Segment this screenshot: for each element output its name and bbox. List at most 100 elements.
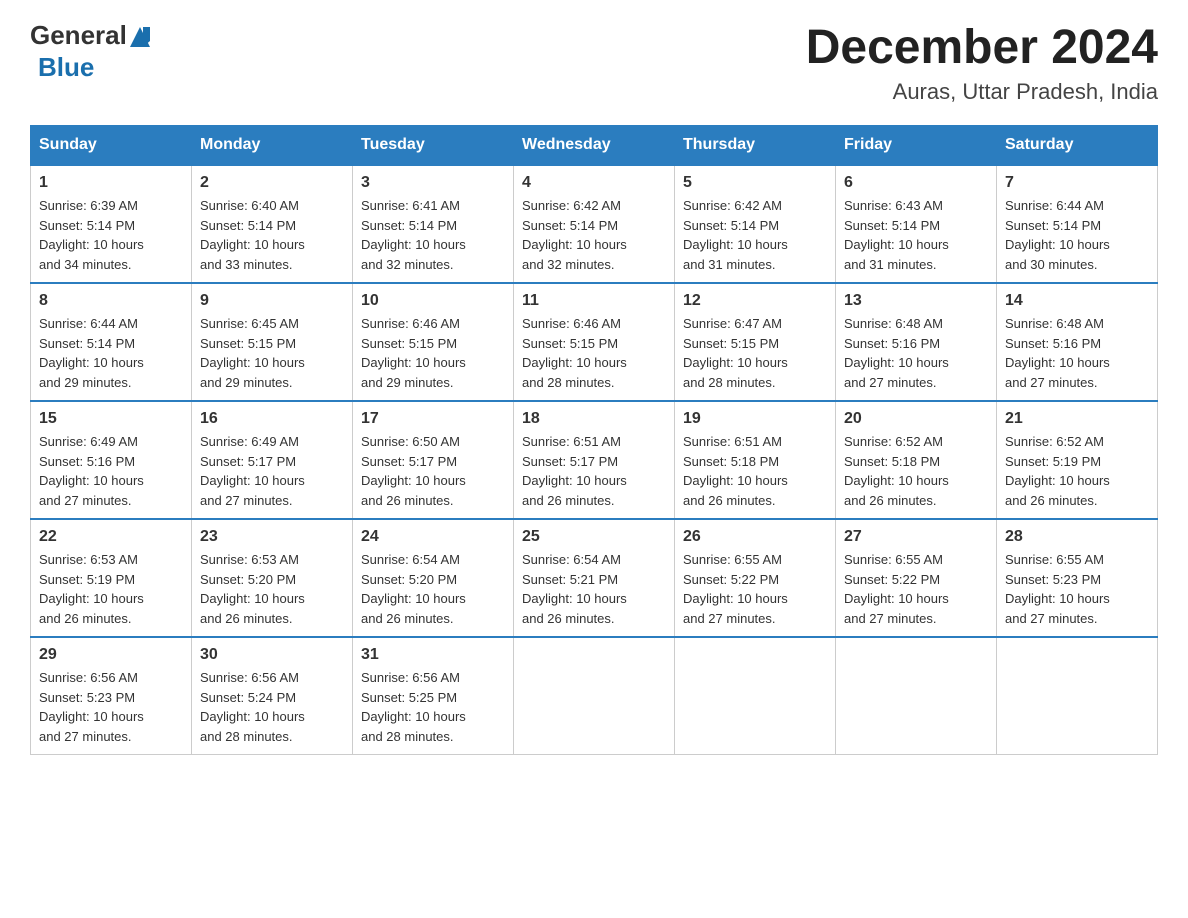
day-number: 14 <box>1005 292 1149 310</box>
day-info: Sunrise: 6:55 AMSunset: 5:22 PMDaylight:… <box>844 552 949 626</box>
week-row-5: 29 Sunrise: 6:56 AMSunset: 5:23 PMDaylig… <box>31 637 1158 755</box>
day-info: Sunrise: 6:54 AMSunset: 5:20 PMDaylight:… <box>361 552 466 626</box>
cell-w2-d3: 11 Sunrise: 6:46 AMSunset: 5:15 PMDaylig… <box>514 283 675 401</box>
cell-w2-d5: 13 Sunrise: 6:48 AMSunset: 5:16 PMDaylig… <box>836 283 997 401</box>
cell-w3-d6: 21 Sunrise: 6:52 AMSunset: 5:19 PMDaylig… <box>997 401 1158 519</box>
day-number: 4 <box>522 174 666 192</box>
header-monday: Monday <box>192 126 353 166</box>
day-info: Sunrise: 6:42 AMSunset: 5:14 PMDaylight:… <box>522 198 627 272</box>
day-info: Sunrise: 6:42 AMSunset: 5:14 PMDaylight:… <box>683 198 788 272</box>
day-number: 1 <box>39 174 183 192</box>
cell-w1-d0: 1 Sunrise: 6:39 AMSunset: 5:14 PMDayligh… <box>31 165 192 283</box>
cell-w2-d2: 10 Sunrise: 6:46 AMSunset: 5:15 PMDaylig… <box>353 283 514 401</box>
day-number: 13 <box>844 292 988 310</box>
day-info: Sunrise: 6:43 AMSunset: 5:14 PMDaylight:… <box>844 198 949 272</box>
calendar-table: SundayMondayTuesdayWednesdayThursdayFrid… <box>30 125 1158 755</box>
day-info: Sunrise: 6:53 AMSunset: 5:20 PMDaylight:… <box>200 552 305 626</box>
day-number: 21 <box>1005 410 1149 428</box>
day-info: Sunrise: 6:56 AMSunset: 5:24 PMDaylight:… <box>200 670 305 744</box>
day-info: Sunrise: 6:52 AMSunset: 5:19 PMDaylight:… <box>1005 434 1110 508</box>
cell-w1-d6: 7 Sunrise: 6:44 AMSunset: 5:14 PMDayligh… <box>997 165 1158 283</box>
day-number: 17 <box>361 410 505 428</box>
day-number: 31 <box>361 646 505 664</box>
day-number: 10 <box>361 292 505 310</box>
cell-w3-d2: 17 Sunrise: 6:50 AMSunset: 5:17 PMDaylig… <box>353 401 514 519</box>
day-info: Sunrise: 6:49 AMSunset: 5:17 PMDaylight:… <box>200 434 305 508</box>
day-info: Sunrise: 6:55 AMSunset: 5:22 PMDaylight:… <box>683 552 788 626</box>
cell-w5-d6 <box>997 637 1158 755</box>
cell-w5-d1: 30 Sunrise: 6:56 AMSunset: 5:24 PMDaylig… <box>192 637 353 755</box>
page-header: General Blue December 2024 Auras, Uttar … <box>30 20 1158 105</box>
cell-w5-d0: 29 Sunrise: 6:56 AMSunset: 5:23 PMDaylig… <box>31 637 192 755</box>
cell-w2-d1: 9 Sunrise: 6:45 AMSunset: 5:15 PMDayligh… <box>192 283 353 401</box>
day-info: Sunrise: 6:47 AMSunset: 5:15 PMDaylight:… <box>683 316 788 390</box>
header-saturday: Saturday <box>997 126 1158 166</box>
day-number: 16 <box>200 410 344 428</box>
day-number: 25 <box>522 528 666 546</box>
day-info: Sunrise: 6:49 AMSunset: 5:16 PMDaylight:… <box>39 434 144 508</box>
cell-w3-d5: 20 Sunrise: 6:52 AMSunset: 5:18 PMDaylig… <box>836 401 997 519</box>
cell-w5-d3 <box>514 637 675 755</box>
day-info: Sunrise: 6:40 AMSunset: 5:14 PMDaylight:… <box>200 198 305 272</box>
cell-w1-d1: 2 Sunrise: 6:40 AMSunset: 5:14 PMDayligh… <box>192 165 353 283</box>
day-info: Sunrise: 6:51 AMSunset: 5:18 PMDaylight:… <box>683 434 788 508</box>
day-number: 19 <box>683 410 827 428</box>
cell-w4-d5: 27 Sunrise: 6:55 AMSunset: 5:22 PMDaylig… <box>836 519 997 637</box>
day-number: 24 <box>361 528 505 546</box>
header-tuesday: Tuesday <box>353 126 514 166</box>
day-info: Sunrise: 6:52 AMSunset: 5:18 PMDaylight:… <box>844 434 949 508</box>
day-info: Sunrise: 6:51 AMSunset: 5:17 PMDaylight:… <box>522 434 627 508</box>
cell-w4-d6: 28 Sunrise: 6:55 AMSunset: 5:23 PMDaylig… <box>997 519 1158 637</box>
day-number: 18 <box>522 410 666 428</box>
header-row: SundayMondayTuesdayWednesdayThursdayFrid… <box>31 126 1158 166</box>
logo: General Blue <box>30 20 150 84</box>
day-number: 11 <box>522 292 666 310</box>
cell-w1-d3: 4 Sunrise: 6:42 AMSunset: 5:14 PMDayligh… <box>514 165 675 283</box>
cell-w4-d2: 24 Sunrise: 6:54 AMSunset: 5:20 PMDaylig… <box>353 519 514 637</box>
cell-w5-d4 <box>675 637 836 755</box>
cell-w3-d4: 19 Sunrise: 6:51 AMSunset: 5:18 PMDaylig… <box>675 401 836 519</box>
day-number: 22 <box>39 528 183 546</box>
day-info: Sunrise: 6:44 AMSunset: 5:14 PMDaylight:… <box>1005 198 1110 272</box>
cell-w4-d4: 26 Sunrise: 6:55 AMSunset: 5:22 PMDaylig… <box>675 519 836 637</box>
cell-w3-d1: 16 Sunrise: 6:49 AMSunset: 5:17 PMDaylig… <box>192 401 353 519</box>
week-row-1: 1 Sunrise: 6:39 AMSunset: 5:14 PMDayligh… <box>31 165 1158 283</box>
day-number: 5 <box>683 174 827 192</box>
cell-w1-d4: 5 Sunrise: 6:42 AMSunset: 5:14 PMDayligh… <box>675 165 836 283</box>
month-title: December 2024 <box>806 20 1158 75</box>
location-subtitle: Auras, Uttar Pradesh, India <box>806 79 1158 105</box>
day-number: 26 <box>683 528 827 546</box>
cell-w2-d0: 8 Sunrise: 6:44 AMSunset: 5:14 PMDayligh… <box>31 283 192 401</box>
day-number: 7 <box>1005 174 1149 192</box>
day-info: Sunrise: 6:44 AMSunset: 5:14 PMDaylight:… <box>39 316 144 390</box>
day-number: 3 <box>361 174 505 192</box>
day-number: 30 <box>200 646 344 664</box>
calendar-header: SundayMondayTuesdayWednesdayThursdayFrid… <box>31 126 1158 166</box>
day-number: 9 <box>200 292 344 310</box>
day-number: 15 <box>39 410 183 428</box>
day-number: 6 <box>844 174 988 192</box>
day-info: Sunrise: 6:46 AMSunset: 5:15 PMDaylight:… <box>361 316 466 390</box>
cell-w3-d0: 15 Sunrise: 6:49 AMSunset: 5:16 PMDaylig… <box>31 401 192 519</box>
header-friday: Friday <box>836 126 997 166</box>
day-number: 2 <box>200 174 344 192</box>
day-info: Sunrise: 6:41 AMSunset: 5:14 PMDaylight:… <box>361 198 466 272</box>
cell-w3-d3: 18 Sunrise: 6:51 AMSunset: 5:17 PMDaylig… <box>514 401 675 519</box>
day-number: 29 <box>39 646 183 664</box>
day-info: Sunrise: 6:48 AMSunset: 5:16 PMDaylight:… <box>1005 316 1110 390</box>
day-number: 27 <box>844 528 988 546</box>
header-thursday: Thursday <box>675 126 836 166</box>
day-info: Sunrise: 6:54 AMSunset: 5:21 PMDaylight:… <box>522 552 627 626</box>
cell-w2-d6: 14 Sunrise: 6:48 AMSunset: 5:16 PMDaylig… <box>997 283 1158 401</box>
day-info: Sunrise: 6:56 AMSunset: 5:25 PMDaylight:… <box>361 670 466 744</box>
day-number: 28 <box>1005 528 1149 546</box>
week-row-2: 8 Sunrise: 6:44 AMSunset: 5:14 PMDayligh… <box>31 283 1158 401</box>
day-info: Sunrise: 6:53 AMSunset: 5:19 PMDaylight:… <box>39 552 144 626</box>
day-info: Sunrise: 6:50 AMSunset: 5:17 PMDaylight:… <box>361 434 466 508</box>
day-number: 23 <box>200 528 344 546</box>
cell-w1-d5: 6 Sunrise: 6:43 AMSunset: 5:14 PMDayligh… <box>836 165 997 283</box>
cell-w5-d5 <box>836 637 997 755</box>
cell-w4-d1: 23 Sunrise: 6:53 AMSunset: 5:20 PMDaylig… <box>192 519 353 637</box>
day-info: Sunrise: 6:48 AMSunset: 5:16 PMDaylight:… <box>844 316 949 390</box>
week-row-3: 15 Sunrise: 6:49 AMSunset: 5:16 PMDaylig… <box>31 401 1158 519</box>
